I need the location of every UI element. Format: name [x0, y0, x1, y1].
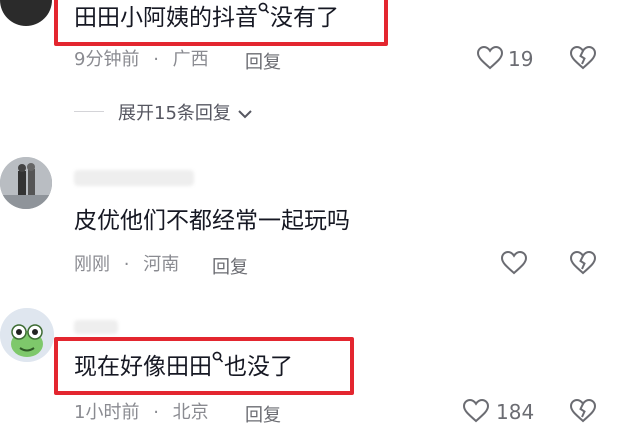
reply-thread-divider [74, 111, 104, 112]
like-button[interactable] [476, 45, 506, 73]
expand-replies-button[interactable]: 展开15条回复 [118, 99, 253, 125]
username[interactable] [74, 170, 194, 186]
comment-location: 广西 [172, 49, 209, 70]
heart-outline-icon [476, 45, 504, 70]
dislike-button[interactable] [569, 250, 599, 278]
comment-location: 北京 [172, 402, 209, 423]
comment-location: 河南 [143, 254, 180, 275]
comment-text: 田田小阿姨的抖音 没有了 [74, 2, 339, 33]
search-icon [258, 2, 270, 14]
heart-outline-icon [462, 398, 490, 423]
username[interactable] [74, 320, 118, 334]
comment-text: 现在好像田田 也没了 [74, 351, 293, 382]
like-button[interactable] [462, 398, 492, 426]
avatar-image [0, 308, 54, 362]
heart-outline-icon [500, 250, 528, 275]
dislike-button[interactable] [569, 45, 599, 73]
like-count: 184 [496, 400, 535, 424]
like-button[interactable] [500, 250, 530, 278]
comment-meta: 9分钟前 · 广西 [74, 48, 209, 72]
avatar-image [0, 157, 52, 209]
comment-meta: 1小时前 · 北京 [74, 401, 209, 425]
comment-time: 9分钟前 [74, 49, 140, 70]
chevron-down-icon [237, 110, 252, 119]
reply-button[interactable]: 回复 [212, 253, 248, 279]
avatar[interactable] [0, 0, 52, 26]
reply-button[interactable]: 回复 [245, 401, 281, 427]
meta-separator: · [153, 402, 159, 423]
comment-time: 1小时前 [74, 402, 140, 423]
meta-separator: · [153, 49, 159, 70]
broken-heart-icon [569, 398, 597, 423]
broken-heart-icon [569, 45, 597, 70]
comment-time: 刚刚 [74, 254, 110, 275]
avatar[interactable] [0, 308, 54, 362]
dislike-button[interactable] [569, 398, 599, 426]
avatar[interactable] [0, 157, 52, 209]
reply-button[interactable]: 回复 [245, 48, 281, 74]
like-count: 19 [508, 47, 534, 71]
broken-heart-icon [569, 250, 597, 275]
comment-text: 皮优他们不都经常一起玩吗 [74, 208, 350, 234]
search-icon [212, 351, 224, 363]
comment-meta: 刚刚 · 河南 [74, 253, 179, 277]
meta-separator: · [123, 254, 130, 275]
